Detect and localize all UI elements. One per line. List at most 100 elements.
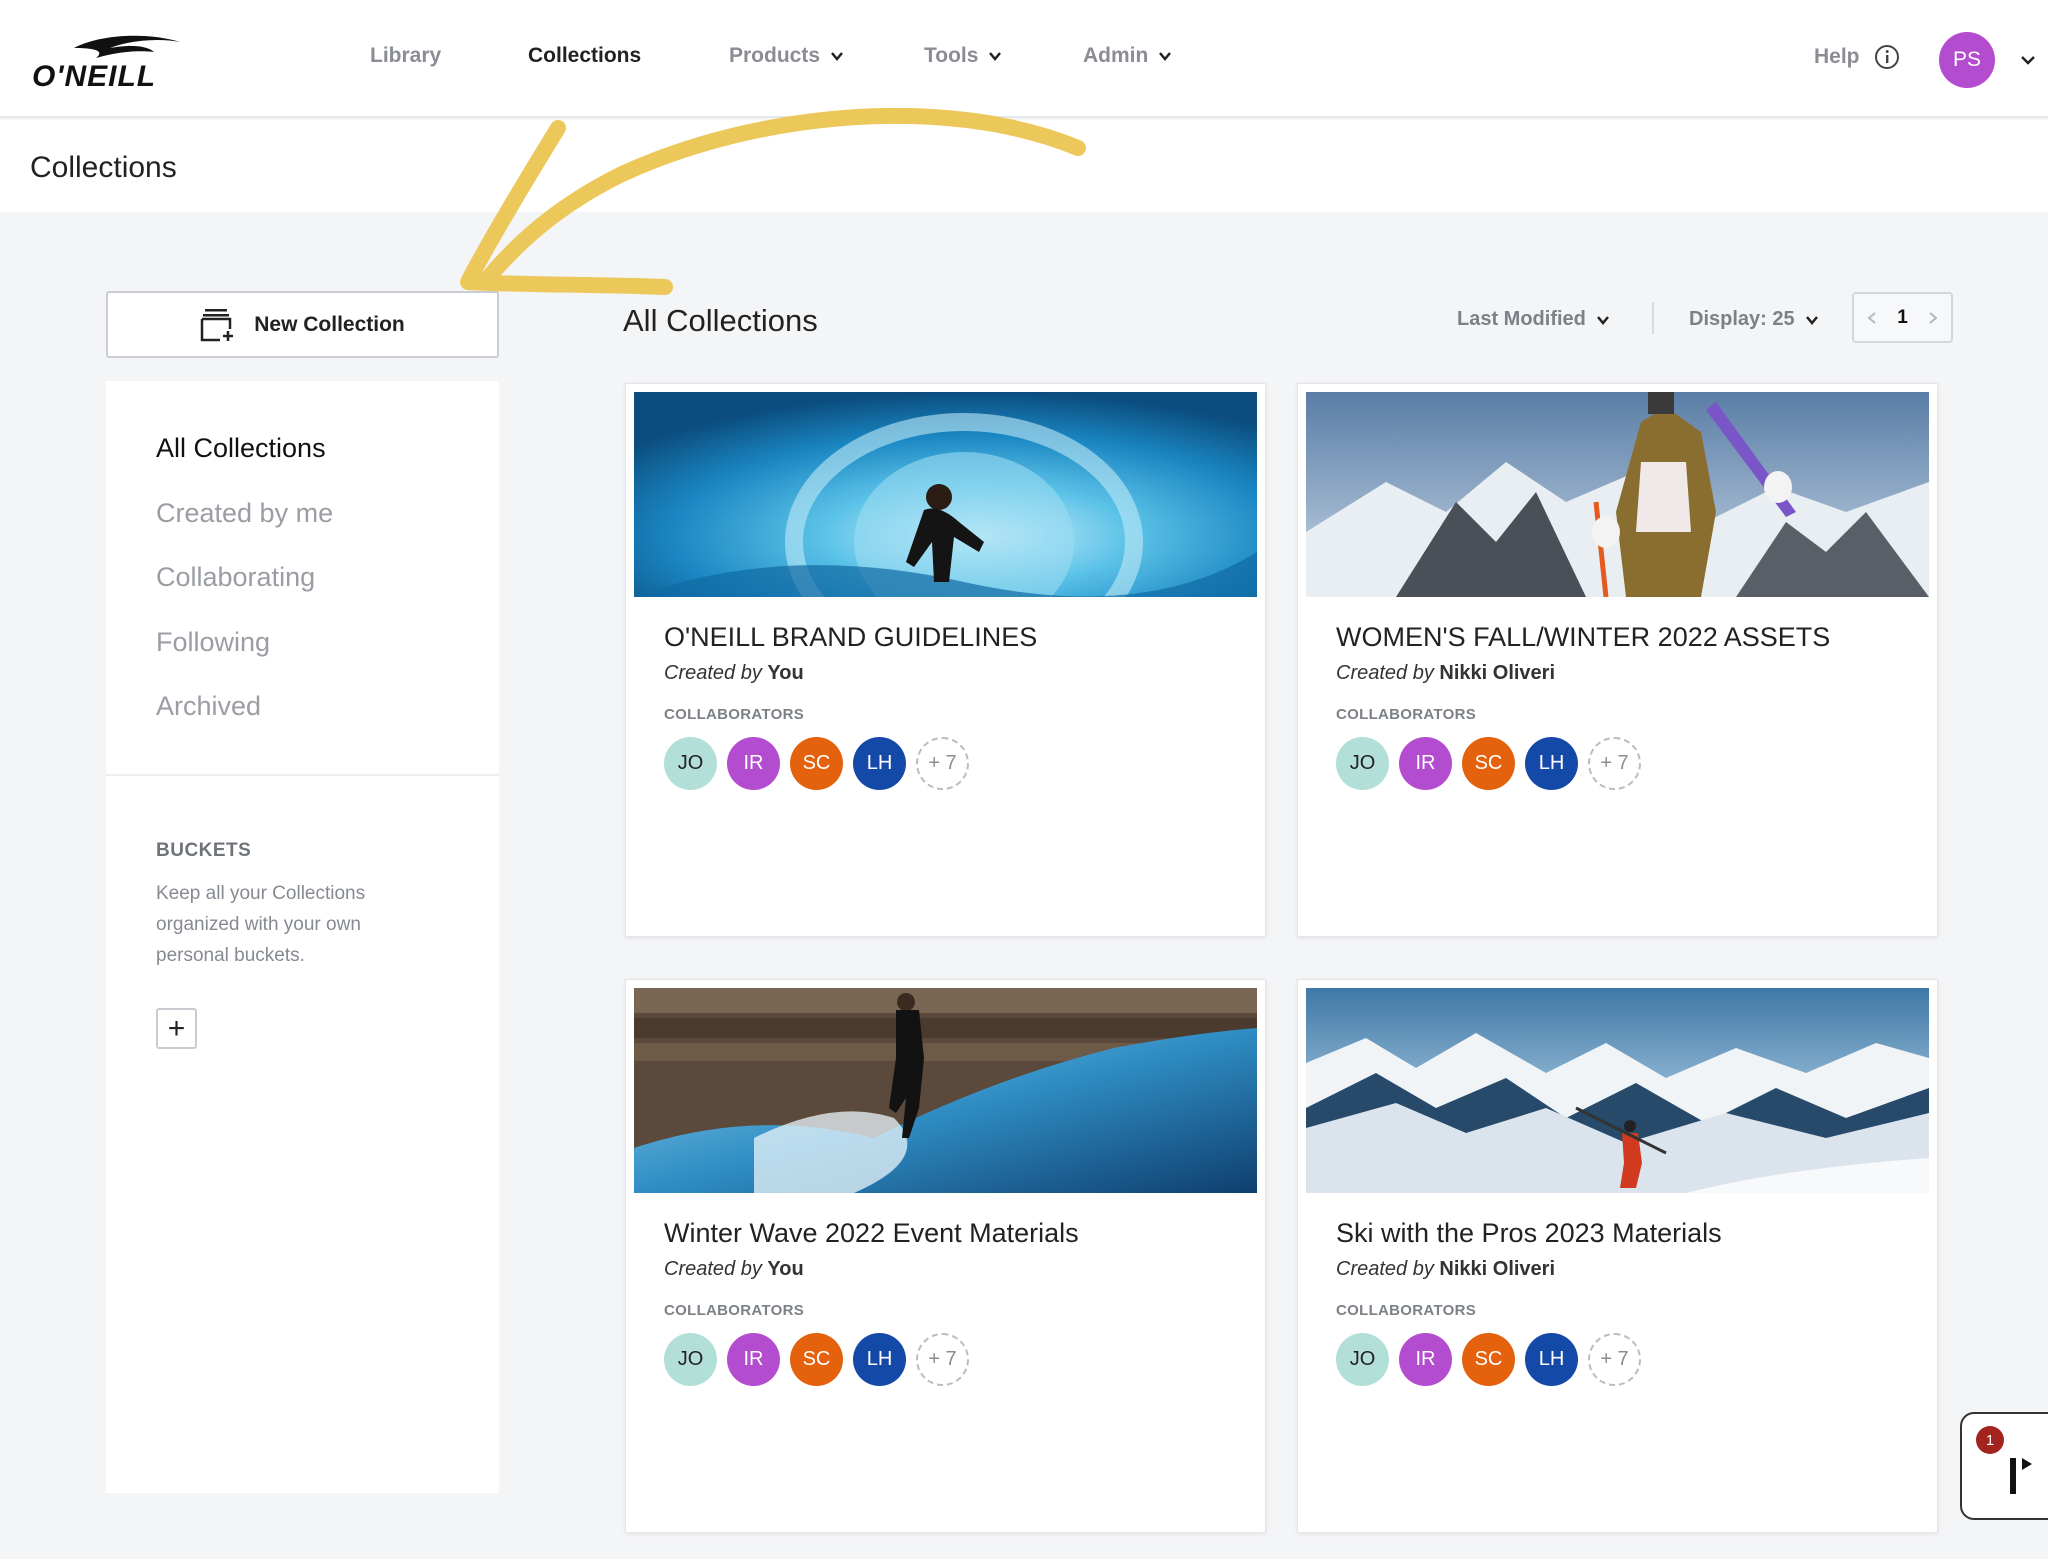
new-collection-label: New Collection	[254, 312, 405, 336]
new-collection-button[interactable]: New Collection	[106, 291, 499, 358]
user-avatar[interactable]: PS	[1939, 32, 1995, 88]
collection-cover-image[interactable]	[1306, 392, 1929, 597]
chat-logo-icon	[2010, 1458, 2032, 1494]
chevron-down-icon	[1159, 52, 1172, 61]
top-navigation: O'NEILL Library Collections Products Too…	[0, 0, 2048, 118]
collection-title[interactable]: Winter Wave 2022 Event Materials	[664, 1218, 1079, 1249]
chevron-down-icon	[989, 52, 1002, 61]
sidebar-item-collaborating[interactable]: Collaborating	[156, 562, 315, 593]
sidebar-item-following[interactable]: Following	[156, 627, 270, 658]
collection-cover-image[interactable]	[634, 988, 1257, 1193]
nav-admin[interactable]: Admin	[1083, 44, 1172, 68]
chevron-left-icon[interactable]	[1866, 311, 1878, 325]
created-by-label: Created by	[1336, 662, 1434, 684]
collaborator-avatar[interactable]: JO	[1336, 1333, 1389, 1386]
collection-creator: Created by You	[664, 1258, 804, 1281]
collection-creator: Created by Nikki Oliveri	[1336, 1258, 1555, 1281]
help-label: Help	[1814, 45, 1860, 68]
collection-title[interactable]: O'NEILL BRAND GUIDELINES	[664, 622, 1037, 653]
collection-card[interactable]: O'NEILL BRAND GUIDELINES Created by You …	[625, 383, 1266, 937]
pagination: 1	[1852, 292, 1953, 343]
sidebar-item-all-collections[interactable]: All Collections	[156, 433, 326, 464]
info-icon	[1874, 45, 1899, 69]
sidebar-item-archived[interactable]: Archived	[156, 691, 261, 722]
collaborators-label: COLLABORATORS	[664, 1302, 805, 1319]
collection-title[interactable]: WOMEN'S FALL/WINTER 2022 ASSETS	[1336, 622, 1830, 653]
collaborator-avatar[interactable]: IR	[727, 1333, 780, 1386]
chevron-right-icon[interactable]	[1927, 311, 1939, 325]
collection-cover-image[interactable]	[1306, 988, 1929, 1193]
nav-admin-label: Admin	[1083, 44, 1149, 67]
collaborators-list: JO IR SC LH + 7	[1336, 737, 1641, 790]
user-initials: PS	[1952, 48, 1981, 71]
collaborator-avatar[interactable]: LH	[853, 737, 906, 790]
collaborator-avatar[interactable]: IR	[1399, 1333, 1452, 1386]
toolbar-divider	[1652, 302, 1654, 334]
nav-collections-label: Collections	[528, 44, 642, 67]
created-by-label: Created by	[664, 662, 762, 684]
collaborator-avatar[interactable]: LH	[1525, 737, 1578, 790]
buckets-heading: BUCKETS	[156, 840, 252, 861]
collection-creator: Created by Nikki Oliveri	[1336, 662, 1555, 685]
collection-card[interactable]: Ski with the Pros 2023 Materials Created…	[1297, 979, 1938, 1533]
collaborator-avatar[interactable]: LH	[1525, 1333, 1578, 1386]
chevron-down-icon	[1596, 315, 1609, 325]
collaborator-avatar[interactable]: JO	[664, 1333, 717, 1386]
collaborators-label: COLLABORATORS	[1336, 706, 1477, 723]
created-by-label: Created by	[664, 1258, 762, 1280]
nav-library-label: Library	[370, 44, 442, 67]
chat-widget[interactable]: 1	[1960, 1412, 2048, 1520]
nav-products-label: Products	[729, 44, 821, 67]
collaborator-avatar[interactable]: SC	[790, 737, 843, 790]
chevron-down-icon[interactable]	[2020, 52, 2036, 68]
collaborator-avatar[interactable]: SC	[1462, 1333, 1515, 1386]
notification-badge: 1	[1976, 1426, 2004, 1454]
creator-name: Nikki Oliveri	[1439, 1258, 1556, 1280]
collaborator-avatar[interactable]: IR	[1399, 737, 1452, 790]
creator-name: You	[767, 1258, 804, 1280]
page-header: Collections	[0, 120, 2048, 212]
nav-tools-label: Tools	[924, 44, 979, 67]
help-link[interactable]: Help	[1814, 44, 1900, 70]
sort-dropdown[interactable]: Last Modified	[1457, 308, 1610, 331]
created-by-label: Created by	[1336, 1258, 1434, 1280]
collection-card[interactable]: Winter Wave 2022 Event Materials Created…	[625, 979, 1266, 1533]
page-number: 1	[1897, 306, 1908, 328]
sidebar-divider	[106, 774, 499, 776]
collaborators-label: COLLABORATORS	[1336, 1302, 1477, 1319]
more-collaborators[interactable]: + 7	[1588, 1333, 1641, 1386]
collaborator-avatar[interactable]: JO	[1336, 737, 1389, 790]
collection-title[interactable]: Ski with the Pros 2023 Materials	[1336, 1218, 1722, 1249]
more-collaborators[interactable]: + 7	[916, 1333, 969, 1386]
more-collaborators[interactable]: + 7	[916, 737, 969, 790]
creator-name: Nikki Oliveri	[1439, 662, 1556, 684]
page-title: Collections	[30, 151, 177, 184]
sidebar-item-created-by-me[interactable]: Created by me	[156, 498, 333, 529]
brand-wordmark: O'NEILL	[32, 60, 156, 90]
chevron-down-icon	[1805, 315, 1818, 325]
nav-collections[interactable]: Collections	[528, 44, 641, 68]
collaborator-avatar[interactable]: JO	[664, 737, 717, 790]
collection-card[interactable]: WOMEN'S FALL/WINTER 2022 ASSETS Created …	[1297, 383, 1938, 937]
collaborator-avatar[interactable]: SC	[1462, 737, 1515, 790]
collaborators-list: JO IR SC LH + 7	[664, 737, 969, 790]
nav-tools[interactable]: Tools	[924, 44, 1002, 68]
oneill-logo[interactable]: O'NEILL	[30, 30, 200, 93]
collaborators-label: COLLABORATORS	[664, 706, 805, 723]
buckets-description: Keep all your Collections organized with…	[156, 883, 366, 966]
nav-library[interactable]: Library	[370, 44, 441, 68]
chevron-down-icon	[831, 52, 843, 61]
nav-products[interactable]: Products	[729, 44, 844, 68]
collaborators-list: JO IR SC LH + 7	[1336, 1333, 1641, 1386]
display-count-dropdown[interactable]: Display: 25	[1689, 308, 1819, 331]
add-bucket-button[interactable]: +	[156, 1008, 197, 1049]
display-label: Display: 25	[1689, 308, 1795, 330]
collection-cover-image[interactable]	[634, 392, 1257, 597]
collaborator-avatar[interactable]: SC	[790, 1333, 843, 1386]
sort-label: Last Modified	[1457, 308, 1586, 330]
collaborator-avatar[interactable]: LH	[853, 1333, 906, 1386]
more-collaborators[interactable]: + 7	[1588, 737, 1641, 790]
collection-creator: Created by You	[664, 662, 804, 685]
collaborator-avatar[interactable]: IR	[727, 737, 780, 790]
collections-heading: All Collections	[623, 303, 818, 338]
